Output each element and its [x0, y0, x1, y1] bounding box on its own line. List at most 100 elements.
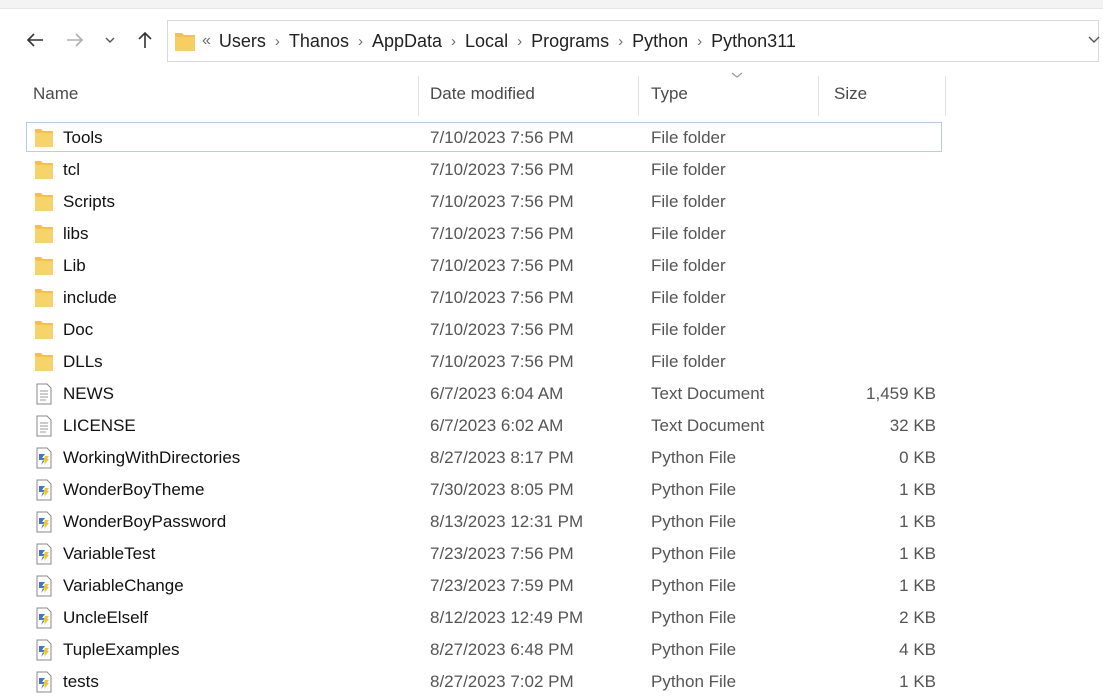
file-date-modified: 7/10/2023 7:56 PM	[430, 288, 574, 307]
file-name: DLLs	[63, 352, 103, 371]
file-row[interactable]: libs 7/10/2023 7:56 PM File folder	[0, 218, 1103, 250]
file-name: WorkingWithDirectories	[63, 448, 241, 467]
file-row[interactable]: TupleExamples 8/27/2023 6:48 PM Python Fil…	[0, 634, 1103, 666]
file-size: 1 KB	[899, 672, 936, 691]
column-divider[interactable]	[418, 76, 419, 116]
breadcrumb-item[interactable]: Python	[632, 31, 688, 52]
file-name: TupleExamples	[63, 640, 180, 659]
address-dropdown-icon[interactable]	[1088, 31, 1100, 49]
breadcrumb-overflow[interactable]: «	[202, 32, 211, 50]
file-type: Text Document	[651, 416, 765, 435]
file-size	[830, 314, 936, 346]
file-type: File folder	[651, 192, 726, 211]
file-row[interactable]: UncleElself 8/12/2023 12:49 PM Python File…	[0, 602, 1103, 634]
file-size	[830, 218, 936, 250]
navigation-bar: « Users › Thanos › AppData › Local › Programs › Py…	[0, 14, 1103, 66]
forward-arrow-icon	[66, 32, 84, 48]
column-header-name[interactable]: Name	[33, 72, 78, 116]
file-date-modified: 8/27/2023 7:02 PM	[430, 672, 574, 691]
file-type: Python File	[651, 608, 737, 627]
file-row[interactable]: Lib 7/10/2023 7:56 PM File folder	[0, 250, 1103, 282]
file-name: NEWS	[63, 384, 114, 403]
file-name: WonderBoyPassword	[63, 512, 227, 531]
file-row[interactable]: tcl 7/10/2023 7:56 PM File folder	[0, 154, 1103, 186]
breadcrumb-item[interactable]: Thanos	[289, 31, 349, 52]
file-date-modified: 7/10/2023 7:56 PM	[430, 160, 574, 179]
column-divider[interactable]	[638, 76, 639, 116]
file-size	[830, 186, 936, 218]
file-type: Python File	[651, 544, 737, 563]
sort-chevron-icon	[731, 66, 743, 84]
file-date-modified: 7/10/2023 7:56 PM	[430, 192, 574, 211]
file-type: File folder	[651, 288, 726, 307]
python-file-icon	[33, 607, 55, 629]
file-row[interactable]: Scripts 7/10/2023 7:56 PM File folder	[0, 186, 1103, 218]
file-size: 1,459 KB	[866, 384, 936, 403]
file-type: File folder	[651, 128, 726, 147]
breadcrumb-separator-icon[interactable]: ›	[697, 33, 702, 50]
file-row[interactable]: include 7/10/2023 7:56 PM File folder	[0, 282, 1103, 314]
breadcrumb-item[interactable]: Users	[219, 31, 266, 52]
file-row[interactable]: tests 8/27/2023 7:02 PM Python File 1 KB	[0, 666, 1103, 698]
breadcrumb-separator-icon[interactable]: ›	[275, 33, 280, 50]
breadcrumb-item[interactable]: Python311	[711, 31, 796, 52]
file-date-modified: 7/10/2023 7:56 PM	[430, 320, 574, 339]
file-row[interactable]: WonderBoyPassword 8/13/2023 12:31 PM Pytho…	[0, 506, 1103, 538]
file-name: Lib	[63, 256, 86, 275]
file-name: LICENSE	[63, 416, 136, 435]
file-row[interactable]: VariableTest 7/23/2023 7:56 PM Python File…	[0, 538, 1103, 570]
file-size	[830, 282, 936, 314]
up-arrow-icon	[138, 31, 152, 49]
file-name: Tools	[63, 128, 103, 147]
breadcrumb-separator-icon[interactable]: ›	[358, 33, 363, 50]
breadcrumb-separator-icon[interactable]: ›	[517, 33, 522, 50]
python-file-icon	[33, 639, 55, 661]
file-row[interactable]: WonderBoyTheme 7/30/2023 8:05 PM Python Fi…	[0, 474, 1103, 506]
forward-button[interactable]	[60, 22, 90, 58]
up-button[interactable]	[130, 22, 160, 58]
column-divider[interactable]	[945, 76, 946, 116]
file-size: 1 KB	[899, 512, 936, 531]
file-row[interactable]: LICENSE 6/7/2023 6:02 AM Text Document 32 K…	[0, 410, 1103, 442]
file-size	[830, 154, 936, 186]
folder-icon	[33, 159, 55, 181]
window-top-edge	[0, 0, 1103, 9]
breadcrumb-separator-icon[interactable]: ›	[451, 33, 456, 50]
file-name: Scripts	[63, 192, 115, 211]
file-size: 4 KB	[899, 640, 936, 659]
file-row[interactable]: Tools 7/10/2023 7:56 PM File folder	[0, 122, 1103, 154]
file-type: File folder	[651, 160, 726, 179]
file-type: File folder	[651, 256, 726, 275]
file-date-modified: 8/27/2023 8:17 PM	[430, 448, 574, 467]
address-bar[interactable]: « Users › Thanos › AppData › Local › Programs › Py…	[167, 20, 1100, 62]
column-header-date-modified[interactable]: Date modified	[430, 72, 535, 116]
column-divider[interactable]	[818, 76, 819, 116]
file-row[interactable]: NEWS 6/7/2023 6:04 AM Text Document 1,459 K…	[0, 378, 1103, 410]
folder-icon	[33, 319, 55, 341]
breadcrumb-item[interactable]: Programs	[531, 31, 609, 52]
file-date-modified: 7/10/2023 7:56 PM	[430, 352, 574, 371]
breadcrumb-item[interactable]: Local	[465, 31, 508, 52]
python-file-icon	[33, 543, 55, 565]
file-size	[830, 250, 936, 282]
file-type: File folder	[651, 320, 726, 339]
back-button[interactable]	[20, 22, 50, 58]
folder-icon	[33, 287, 55, 309]
breadcrumb-separator-icon[interactable]: ›	[618, 33, 623, 50]
recent-locations-button[interactable]	[100, 22, 120, 58]
file-row[interactable]: Doc 7/10/2023 7:56 PM File folder	[0, 314, 1103, 346]
column-header-type[interactable]: Type	[651, 72, 688, 116]
file-type: Text Document	[651, 384, 765, 403]
file-size	[830, 122, 936, 154]
folder-icon	[33, 191, 55, 213]
breadcrumb: Users › Thanos › AppData › Local › Programs › Pyth…	[219, 31, 796, 52]
breadcrumb-item[interactable]: AppData	[372, 31, 442, 52]
chevron-down-icon	[105, 36, 115, 44]
file-row[interactable]: DLLs 7/10/2023 7:56 PM File folder	[0, 346, 1103, 378]
file-row[interactable]: WorkingWithDirectories 8/27/2023 8:17 PM P…	[0, 442, 1103, 474]
file-date-modified: 7/30/2023 8:05 PM	[430, 480, 574, 499]
folder-icon	[33, 351, 55, 373]
folder-icon	[33, 255, 55, 277]
file-row[interactable]: VariableChange 7/23/2023 7:59 PM Python Fi…	[0, 570, 1103, 602]
column-header-size[interactable]: Size	[834, 72, 867, 116]
